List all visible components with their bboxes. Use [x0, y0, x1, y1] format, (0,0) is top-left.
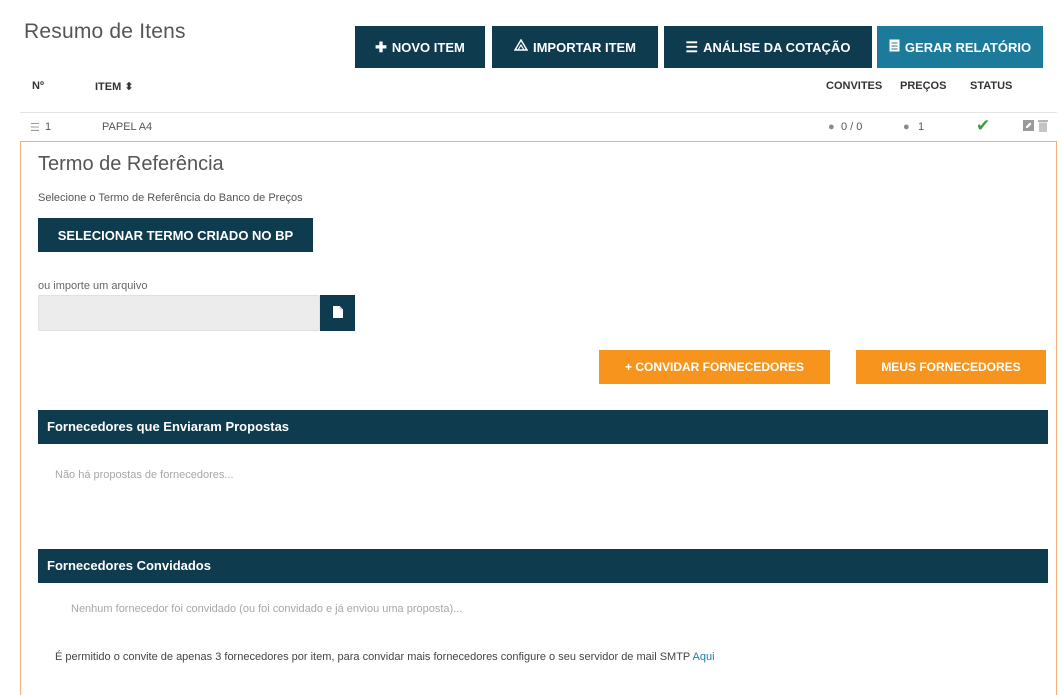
new-item-button[interactable]: ✚ NOVO ITEM	[355, 26, 485, 68]
invite-suppliers-button[interactable]: + CONVIDAR FORNECEDORES	[599, 350, 830, 384]
row-prices: 1	[918, 121, 925, 133]
generate-report-label: GERAR RELATÓRIO	[904, 39, 1032, 55]
my-suppliers-button[interactable]: MEUS FORNECEDORES	[856, 350, 1046, 384]
drag-handle-icon[interactable]: ☰	[30, 121, 40, 134]
new-item-label: NOVO ITEM	[391, 39, 465, 55]
plus-icon: ✚	[375, 38, 387, 55]
column-header-prices: PREÇOS	[900, 80, 947, 92]
smtp-config-link[interactable]: Aqui	[693, 651, 715, 663]
trash-icon[interactable]	[1038, 120, 1048, 135]
edit-icon[interactable]	[1023, 120, 1034, 134]
column-header-status: STATUS	[970, 80, 1013, 92]
document-icon	[889, 39, 900, 55]
select-term-button[interactable]: SELECIONAR TERMO CRIADO NO BP	[38, 218, 313, 252]
item-detail-panel: Termo de Referência Selecione o Termo de…	[20, 141, 1057, 695]
check-icon: ✔	[976, 116, 991, 135]
import-item-label: IMPORTAR ITEM	[532, 39, 637, 55]
column-header-item[interactable]: ITEM ⬍	[95, 80, 134, 93]
proposals-section-header: Fornecedores que Enviaram Propostas	[38, 410, 1048, 444]
generate-report-button[interactable]: GERAR RELATÓRIO	[877, 26, 1043, 68]
file-path-input[interactable]	[38, 295, 320, 331]
reference-subtitle: Selecione o Termo de Referência do Banco…	[38, 192, 303, 204]
list-icon: ☰	[685, 38, 699, 55]
analysis-label: ANÁLISE DA COTAÇÃO	[703, 39, 851, 55]
proposals-empty-message: Não há propostas de fornecedores...	[55, 469, 234, 481]
import-icon	[513, 38, 529, 55]
invited-empty-message: Nenhum fornecedor foi convidado (ou foi …	[71, 603, 463, 615]
file-picker-button[interactable]	[320, 295, 355, 331]
import-file-label: ou importe um arquivo	[38, 280, 148, 292]
smtp-note: É permitido o convite de apenas 3 fornec…	[55, 651, 715, 663]
reference-title: Termo de Referência	[38, 153, 224, 175]
page-title: Resumo de Itens	[24, 20, 186, 43]
analysis-button[interactable]: ☰ ANÁLISE DA COTAÇÃO	[664, 26, 872, 68]
smtp-note-text: É permitido o convite de apenas 3 fornec…	[55, 651, 691, 663]
price-count-icon: ●	[903, 121, 910, 133]
table-row[interactable]: ☰ 1 PAPEL A4 ● 0 / 0 ● 1 ✔	[20, 112, 1057, 140]
invite-count-icon: ●	[828, 121, 835, 133]
row-item-name: PAPEL A4	[102, 121, 153, 133]
row-number: 1	[45, 121, 52, 133]
column-header-number: Nº	[32, 80, 44, 92]
file-icon	[332, 305, 343, 321]
column-header-invites: CONVITES	[826, 80, 883, 92]
row-invites: 0 / 0	[841, 121, 863, 133]
invited-section-header: Fornecedores Convidados	[38, 549, 1048, 583]
import-item-button[interactable]: IMPORTAR ITEM	[492, 26, 658, 68]
